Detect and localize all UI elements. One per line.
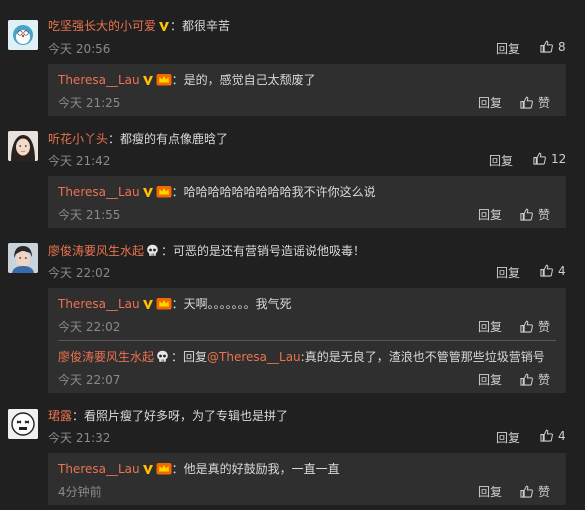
thumbs-up-icon (520, 373, 533, 386)
reply-button[interactable]: 回复 (478, 371, 502, 388)
thumbs-up-icon (540, 264, 553, 277)
reply-box: Theresa__Lau ：是的，感觉自己太颓废了 今天 21:25 回复 赞 (48, 64, 566, 116)
comment-time: 今天 20:56 (48, 42, 111, 56)
avatar[interactable] (8, 20, 38, 50)
avatar[interactable] (8, 243, 38, 273)
verified-v-icon (158, 20, 170, 35)
like-button[interactable]: 12 (533, 152, 566, 166)
like-label: 赞 (538, 320, 551, 334)
thumbs-up-icon (520, 485, 533, 498)
member-crown-icon (156, 297, 172, 313)
like-button[interactable]: 赞 (520, 371, 550, 388)
like-button[interactable]: 赞 (520, 483, 550, 500)
reply-button[interactable]: 回复 (489, 152, 513, 169)
verified-v-icon (142, 298, 154, 313)
like-button[interactable]: 8 (540, 40, 566, 54)
comment-time: 今天 22:02 (48, 266, 111, 280)
reply-time: 今天 21:55 (58, 208, 121, 222)
reply-text: :真的是无良了，渣浪也不管管那些垃圾营销号 (300, 350, 545, 364)
thumbs-up-icon (520, 208, 533, 221)
reply-username[interactable]: Theresa__Lau (58, 297, 140, 311)
comment-text: ：可恶的是还有营销号造谣说他吸毒！ (161, 244, 366, 258)
like-label: 赞 (538, 373, 551, 387)
reply-box: Theresa__Lau ：天啊。。。。。。。我气死 今天 22:02 回复 赞 … (48, 288, 566, 393)
reply-username[interactable]: 廖俊涛要风生水起 (58, 350, 154, 364)
comment-time: 今天 21:42 (48, 154, 111, 168)
member-crown-icon (156, 73, 172, 89)
reply-time: 今天 21:25 (58, 96, 121, 110)
reply-text: ：是的，感觉自己太颓废了 (171, 73, 316, 87)
comment-text: ：都很辛苦 (170, 19, 231, 33)
like-count: 12 (551, 152, 567, 166)
like-count: 4 (558, 429, 566, 443)
reply-prefix: ：回复 (171, 350, 208, 364)
verified-v-icon (142, 463, 154, 478)
thumbs-up-icon (540, 40, 553, 53)
reply-text: ：哈哈哈哈哈哈哈哈哈我不许你这么说 (171, 185, 376, 199)
like-label: 赞 (538, 208, 551, 222)
reply-username[interactable]: Theresa__Lau (58, 462, 140, 476)
avatar[interactable] (8, 131, 38, 161)
like-button[interactable]: 赞 (520, 206, 550, 223)
like-button[interactable]: 4 (540, 264, 566, 278)
reply-box: Theresa__Lau ：哈哈哈哈哈哈哈哈哈我不许你这么说 今天 21:55 回… (48, 176, 566, 228)
reply-time: 今天 22:02 (58, 320, 121, 334)
comment-text: ：看照片瘦了好多呀，为了专辑也是拼了 (72, 409, 289, 423)
reply-button[interactable]: 回复 (478, 94, 502, 111)
like-count: 4 (558, 264, 566, 278)
like-count: 8 (558, 40, 566, 54)
reply-button[interactable]: 回复 (478, 206, 502, 223)
like-label: 赞 (538, 485, 551, 499)
reply-time: 4分钟前 (58, 485, 102, 499)
member-crown-icon (156, 185, 172, 201)
thumbs-up-icon (540, 429, 553, 442)
reply-button[interactable]: 回复 (496, 40, 520, 57)
reply-text: ：天啊。。。。。。。我气死 (171, 297, 292, 311)
verified-v-icon (142, 186, 154, 201)
reply-button[interactable]: 回复 (478, 483, 502, 500)
comment-time: 今天 21:32 (48, 431, 111, 445)
username[interactable]: 听花小丫头 (48, 132, 108, 146)
avatar[interactable] (8, 409, 38, 439)
like-button[interactable]: 赞 (520, 318, 550, 335)
verified-v-icon (142, 74, 154, 89)
mention-link[interactable]: @Theresa__Lau (207, 350, 301, 364)
thumbs-up-icon (520, 320, 533, 333)
username[interactable]: 吃坚强长大的小可爱 (48, 19, 156, 33)
thumbs-up-icon (520, 96, 533, 109)
skull-icon (156, 350, 169, 366)
reply-divider (58, 340, 556, 341)
like-button[interactable]: 赞 (520, 94, 550, 111)
thumbs-up-icon (533, 152, 546, 165)
reply-time: 今天 22:07 (58, 373, 121, 387)
comment-text: ：都瘦的有点像鹿晗了 (108, 132, 229, 146)
skull-icon (146, 244, 159, 260)
username[interactable]: 珺露 (48, 409, 72, 423)
reply-button[interactable]: 回复 (496, 429, 520, 446)
reply-button[interactable]: 回复 (478, 318, 502, 335)
username[interactable]: 廖俊涛要风生水起 (48, 244, 144, 258)
member-crown-icon (156, 462, 172, 478)
reply-username[interactable]: Theresa__Lau (58, 73, 140, 87)
reply-text: ：他是真的好鼓励我，一直一直 (171, 462, 340, 476)
reply-box: Theresa__Lau ：他是真的好鼓励我，一直一直 4分钟前 回复 赞 (48, 453, 566, 505)
reply-username[interactable]: Theresa__Lau (58, 185, 140, 199)
like-label: 赞 (538, 96, 551, 110)
like-button[interactable]: 4 (540, 429, 566, 443)
reply-button[interactable]: 回复 (496, 264, 520, 281)
